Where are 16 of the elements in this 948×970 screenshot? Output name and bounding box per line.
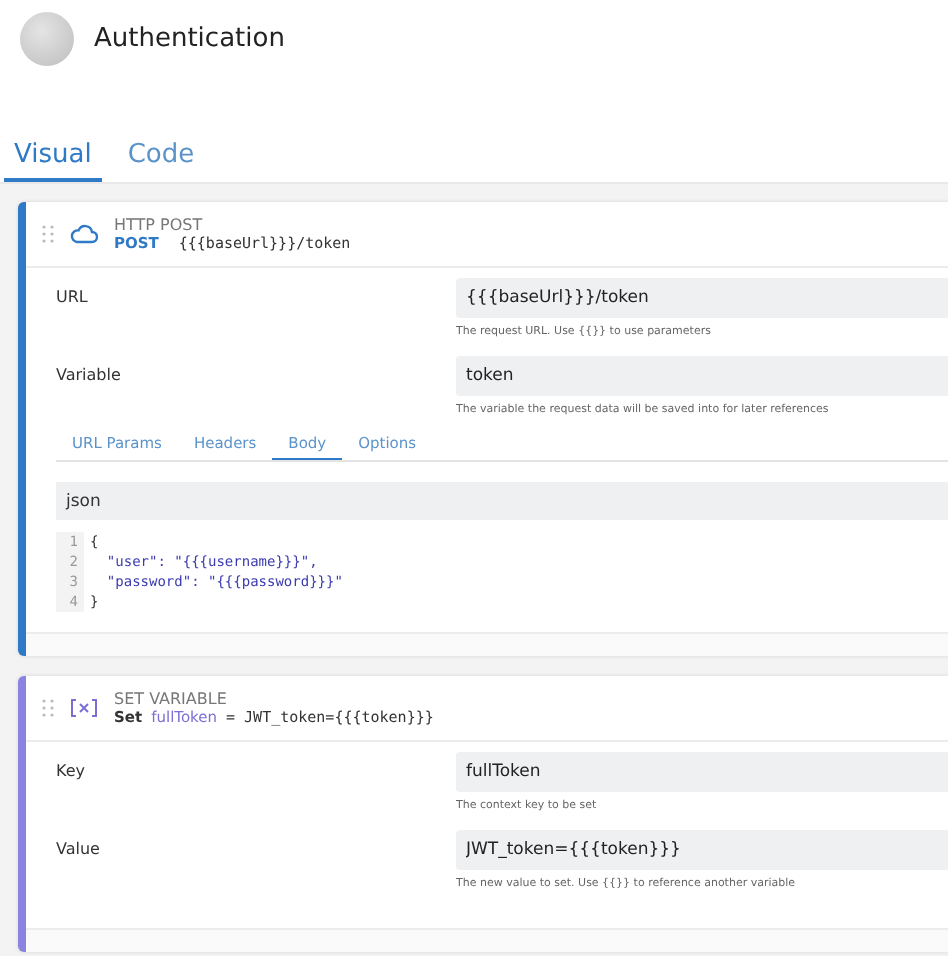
drag-handle-icon[interactable] bbox=[42, 224, 54, 244]
avatar bbox=[20, 11, 74, 65]
field-label: Variable bbox=[56, 364, 123, 388]
field-label: Key bbox=[56, 760, 88, 784]
format-select[interactable]: json bbox=[56, 482, 948, 520]
field-label: URL bbox=[56, 286, 90, 310]
input-field[interactable]: {{{baseUrl}}}/token bbox=[456, 278, 948, 318]
variable-icon bbox=[70, 698, 98, 718]
input-field[interactable]: fullToken bbox=[456, 752, 948, 792]
step-type: HTTP POST bbox=[114, 216, 205, 234]
input-field[interactable]: token bbox=[456, 356, 948, 396]
page-title: Authentication bbox=[94, 23, 285, 53]
drag-handle-icon[interactable] bbox=[42, 698, 54, 718]
cloud-icon bbox=[70, 224, 98, 244]
field-label: Value bbox=[56, 838, 102, 862]
step-type: SET VARIABLE bbox=[114, 690, 229, 708]
